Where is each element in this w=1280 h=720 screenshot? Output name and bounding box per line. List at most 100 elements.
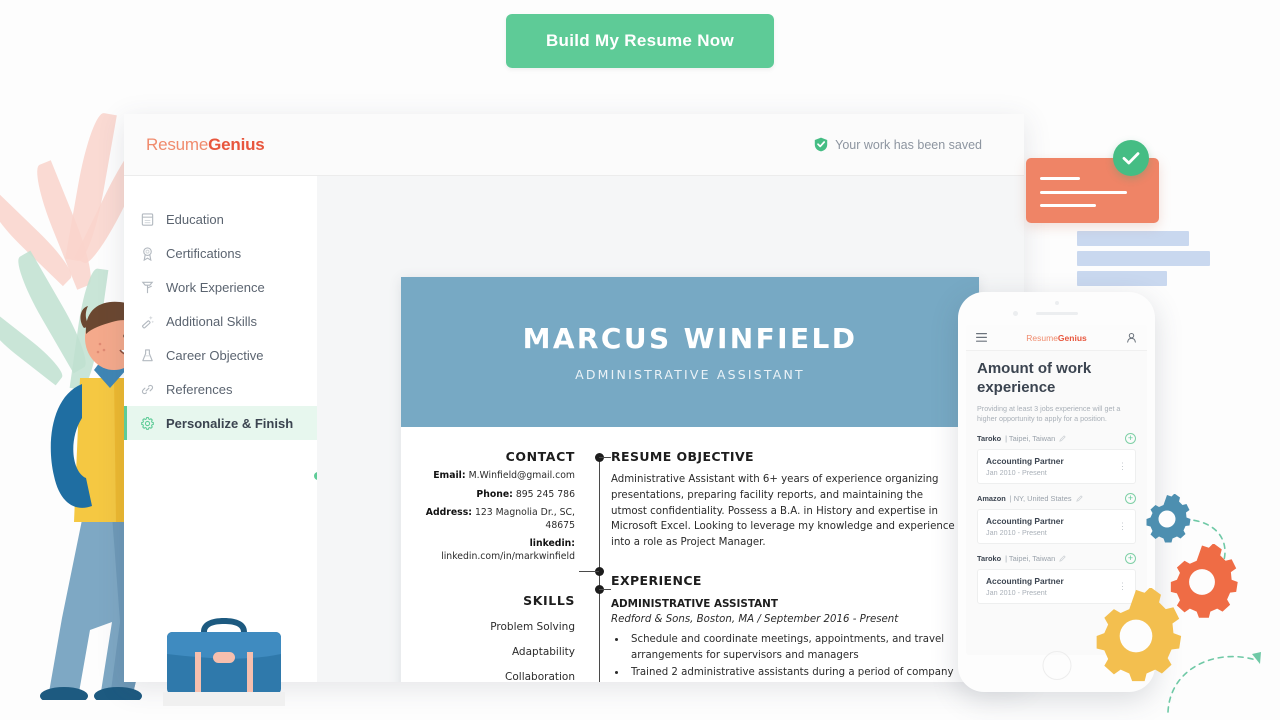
phone-add-job-button[interactable]: + [1125,433,1136,445]
kebab-menu-icon[interactable]: ⋮ [1118,462,1127,471]
phone-job-card[interactable]: Accounting Partner Jan 2010 - Present ⋮ [977,449,1136,485]
book-icon [141,212,154,226]
contact-row: Phone: 895 245 786 [401,489,575,502]
phone-logo[interactable]: ResumeGenius [1026,333,1086,343]
experience-bullet: Schedule and coordinate meetings, appoin… [627,632,957,665]
success-check-badge [1113,140,1149,176]
user-account-icon[interactable] [1126,332,1137,343]
phone-home-button[interactable] [1042,651,1071,680]
sidebar-item-label: Career Objective [166,347,264,363]
sidebar-item-label: Work Experience [166,279,265,295]
resume-banner: MARCUS WINFIELD ADMINISTRATIVE ASSISTANT [401,277,979,427]
rule-tick [579,571,599,572]
skills-heading: SKILLS [523,593,575,609]
resume-divider-rule [579,449,611,682]
phone-job-company-row: Amazon | NY, United States + [977,493,1136,505]
contact-row: Address: 123 Magnolia Dr., SC, 48675 [401,507,575,532]
app-logo[interactable]: ResumeGenius [146,135,265,155]
skill-item: Collaboration [505,671,575,682]
pencil-icon[interactable] [1075,495,1083,503]
check-icon [1122,152,1140,165]
award-icon [143,246,152,261]
save-status: Your work has been saved [814,137,982,152]
briefcase-illustration [163,618,285,706]
experience-heading: EXPERIENCE [611,573,702,589]
contact-heading: CONTACT [505,449,575,464]
phone-job-card[interactable]: Accounting Partner Jan 2010 - Present ⋮ [977,509,1136,545]
shield-check-icon [814,137,828,152]
phone-page-title: Amount of work experience [977,360,1092,396]
sidebar-item-references[interactable]: References [124,372,317,406]
sidebar-item-label: Additional Skills [166,313,258,329]
phone-job-company: Amazon [977,494,1006,504]
phone-logo-genius: Genius [1057,332,1087,343]
phone-job-position: Accounting Partner [986,516,1064,527]
phone-add-job-button[interactable]: + [1125,553,1136,565]
sidebar: Education Certifications Work Experience… [124,176,371,682]
kebab-menu-icon[interactable]: ⋮ [1118,522,1127,531]
card-line-3 [1040,204,1096,207]
sidebar-item-certifications[interactable]: Certifications [124,236,317,270]
app-body: Education Certifications Work Experience… [124,176,1024,682]
phone-job-card-text: Accounting Partner Jan 2010 - Present [986,516,1064,537]
app-topbar: ResumeGenius Your work has been saved [124,114,1024,176]
experience-job-title: ADMINISTRATIVE ASSISTANT [611,598,778,611]
contact-row: Email: M.Winfield@gmail.com [401,470,575,483]
phone-job-position: Accounting Partner [986,456,1064,467]
contact-value: 895 245 786 [515,488,575,500]
experience-job-meta: Redford & Sons, Boston, MA / September 2… [611,614,899,626]
sidebar-item-career-objective[interactable]: Career Objective [124,338,317,372]
phone-job-entry: Amazon | NY, United States + Accounting … [966,484,1147,545]
build-my-resume-now-button[interactable]: Build My Resume Now [505,14,774,68]
sidebar-item-work-experience[interactable]: Work Experience [124,270,317,304]
pencil-icon[interactable] [1059,555,1066,563]
sidebar-item-education[interactable]: Education [124,202,317,236]
sidebar-item-additional-skills[interactable]: Additional Skills [124,304,317,338]
skill-item: Adaptability [511,646,575,659]
decor-bar-3 [1077,271,1167,286]
sidebar-item-label: Education [166,211,224,227]
sidebar-item-label: Personalize & Finish [166,415,294,431]
skill-item: Problem Solving [490,621,575,634]
phone-job-location: | NY, United States [1009,494,1072,504]
pencil-icon[interactable] [1059,435,1066,443]
phone-add-job-button[interactable]: + [1125,493,1136,505]
save-status-label: Your work has been saved [835,137,982,152]
contact-key: Address: [425,507,472,519]
resume-role: ADMINISTRATIVE ASSISTANT [575,367,805,382]
contact-key: Email: [433,470,466,481]
phone-job-company-row: Taroko | Taipei, Taiwan + [977,553,1136,565]
contact-value: linkedin.com/in/markwinfield [441,550,575,562]
logo-text-resume: Resume [146,134,209,154]
resume-preview-canvas: MARCUS WINFIELD ADMINISTRATIVE ASSISTANT… [317,176,1024,682]
rule-tick [599,589,611,590]
page-root: Build My Resume Now ResumeGenius Your wo… [0,0,1280,720]
phone-job-dates: Jan 2010 - Present [986,528,1047,538]
tools-icon [141,281,154,293]
decor-bar-1 [1077,231,1189,246]
contact-value: 123 Magnolia Dr., SC, 48675 [474,507,575,531]
hamburger-menu-icon[interactable] [976,333,987,342]
phone-job-entry: Taroko | Taipei, Taiwan + Accounting Par… [966,424,1147,485]
phone-job-location: | Taipei, Taiwan [1005,554,1056,564]
phone-job-position: Accounting Partner [986,576,1064,587]
rule-tick [599,457,611,458]
objective-heading: RESUME OBJECTIVE [611,449,754,464]
contact-key: Phone: [476,488,513,500]
phone-sensor-dot [1054,301,1059,305]
contact-row: linkedin: linkedin.com/in/markwinfield [401,538,575,563]
phone-job-company-row: Taroko | Taipei, Taiwan + [977,433,1136,445]
resume-builder-app-window: ResumeGenius Your work has been saved Ed… [124,114,1024,682]
phone-job-card-text: Accounting Partner Jan 2010 - Present [986,576,1064,597]
phone-app-header: ResumeGenius [966,325,1147,351]
contact-value: M.Winfield@gmail.com [468,470,575,481]
phone-page-subtitle: Providing at least 3 jobs experience wil… [977,403,1121,423]
resume-document[interactable]: MARCUS WINFIELD ADMINISTRATIVE ASSISTANT… [401,277,979,682]
card-line-1 [1040,177,1080,180]
phone-job-location: | Taipei, Taiwan [1005,434,1056,444]
resume-left-column: CONTACT Email: M.Winfield@gmail.com Phon… [401,449,589,682]
resume-right-column: RESUME OBJECTIVE Administrative Assistan… [611,449,979,682]
phone-speaker [1035,312,1078,315]
sidebar-item-personalize-and-finish[interactable]: Personalize & Finish [124,406,317,440]
blue-gear-icon [1146,494,1191,543]
